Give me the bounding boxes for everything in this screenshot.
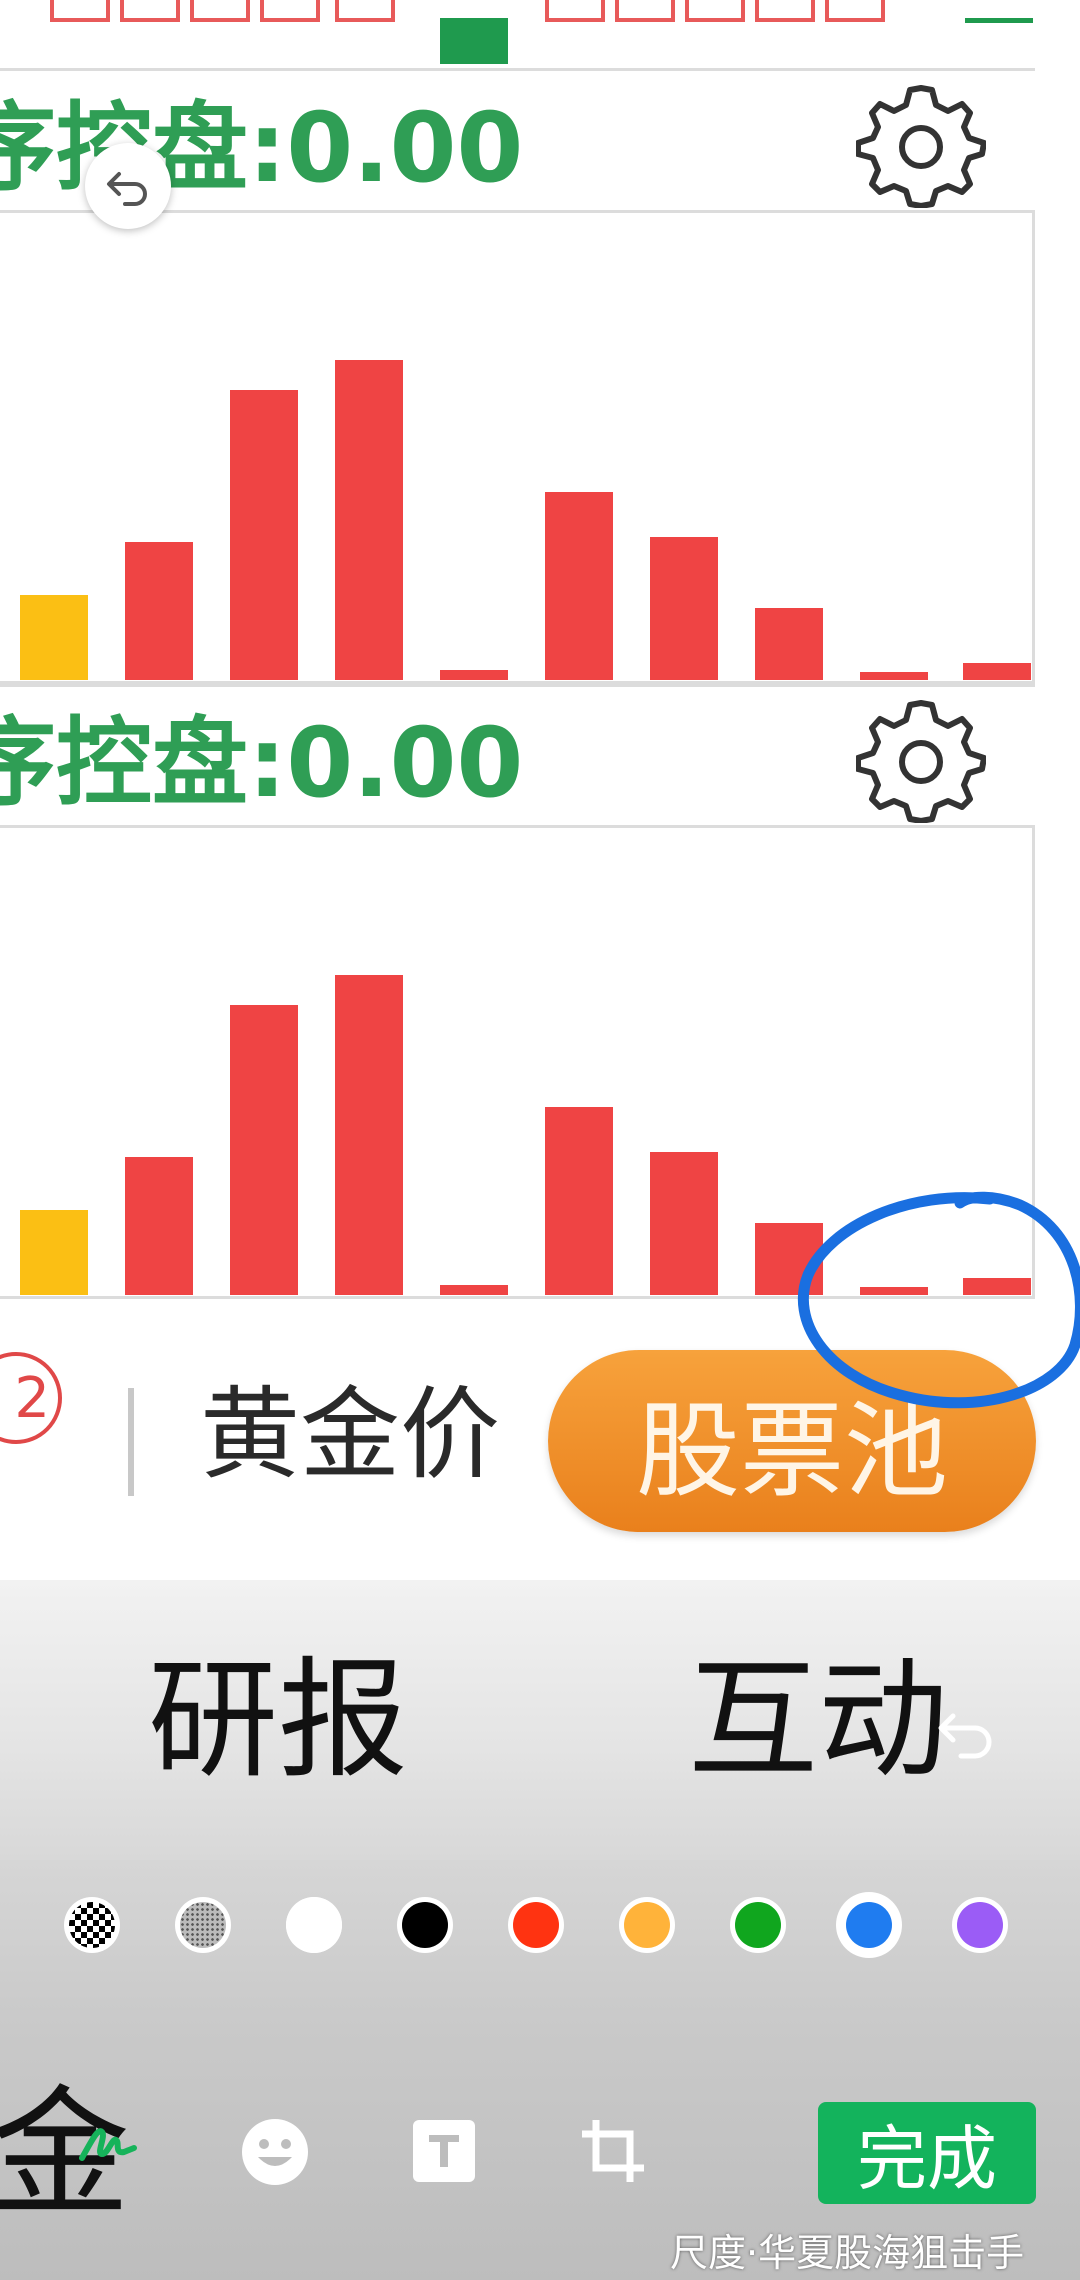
swatch-fill [286,1897,342,1953]
color-swatch-mosaic-checker[interactable] [64,1897,120,1953]
top-strip [0,0,1040,72]
done-button[interactable]: 完成 [818,2102,1036,2204]
swatch-fill [624,1902,670,1948]
annotation-circle [797,1191,1080,1409]
bar-5 [440,1285,508,1295]
candle-mark [755,0,815,22]
bar-1 [20,1210,88,1295]
undo-button[interactable] [85,143,171,229]
divider [0,68,1035,71]
settings-gear-icon[interactable] [855,78,987,209]
tab-research[interactable]: 研报 [148,1655,408,1785]
candle-mark [120,0,180,22]
bar-7 [650,537,718,680]
swatch-fill [180,1902,226,1948]
bar-3 [230,390,298,680]
divider [0,684,1035,687]
candle-mark [190,0,250,22]
color-swatch-orange[interactable] [619,1897,675,1953]
bar-6 [545,1107,613,1295]
bar-7 [650,1152,718,1295]
bar-5 [440,670,508,680]
color-swatch-white[interactable] [286,1897,342,1953]
swatch-fill [735,1902,781,1948]
bar-chart-1 [20,360,1031,680]
emoji-icon[interactable] [240,2117,310,2187]
bar-10 [963,663,1031,680]
color-swatch-red[interactable] [508,1897,564,1953]
pen-squiggle-icon[interactable] [78,2120,138,2165]
candle-mark [825,0,885,22]
bar-8 [755,608,823,680]
separator [128,1388,134,1496]
swatch-fill [513,1902,559,1948]
panel-title: 序控盘:0.00 [0,92,524,204]
redo-arrow-icon[interactable] [935,1710,997,1766]
candle-mark [545,0,605,22]
candle-mark [260,0,320,22]
bar-4 [335,975,403,1295]
swatch-fill [402,1902,448,1948]
color-swatch-black[interactable] [397,1897,453,1953]
candle-mark [615,0,675,22]
candle-mark [50,0,110,22]
swatch-fill [957,1902,1003,1948]
candle-mark-green [440,18,508,64]
candle-mark-green [965,18,1033,23]
bar-2 [125,542,193,680]
count-badge: 2 [0,1352,62,1444]
swatch-fill [846,1902,892,1948]
candle-mark [685,0,745,22]
undo-icon [107,172,147,206]
tab-interact[interactable]: 互动 [688,1655,948,1785]
settings-gear-icon[interactable] [855,693,987,824]
bar-2 [125,1157,193,1295]
swatch-fill [69,1902,115,1948]
bar-1 [20,595,88,680]
color-swatch-mosaic-dots[interactable] [175,1897,231,1953]
bar-6 [545,492,613,680]
bar-3 [230,1005,298,1295]
crop-icon[interactable] [580,2118,646,2184]
panel-title: 序控盘:0.00 [0,707,524,819]
color-swatch-green[interactable] [730,1897,786,1953]
gold-price-link[interactable]: 黄金价 [200,1385,500,1485]
color-swatch-blue[interactable] [836,1892,902,1958]
bar-4 [335,360,403,680]
color-swatch-purple[interactable] [952,1897,1008,1953]
text-tool-icon[interactable] [413,2120,475,2182]
candle-mark [335,0,395,22]
watermark: 尺度·华夏股海狙击手 [670,2231,1025,2275]
bar-9 [860,672,928,680]
